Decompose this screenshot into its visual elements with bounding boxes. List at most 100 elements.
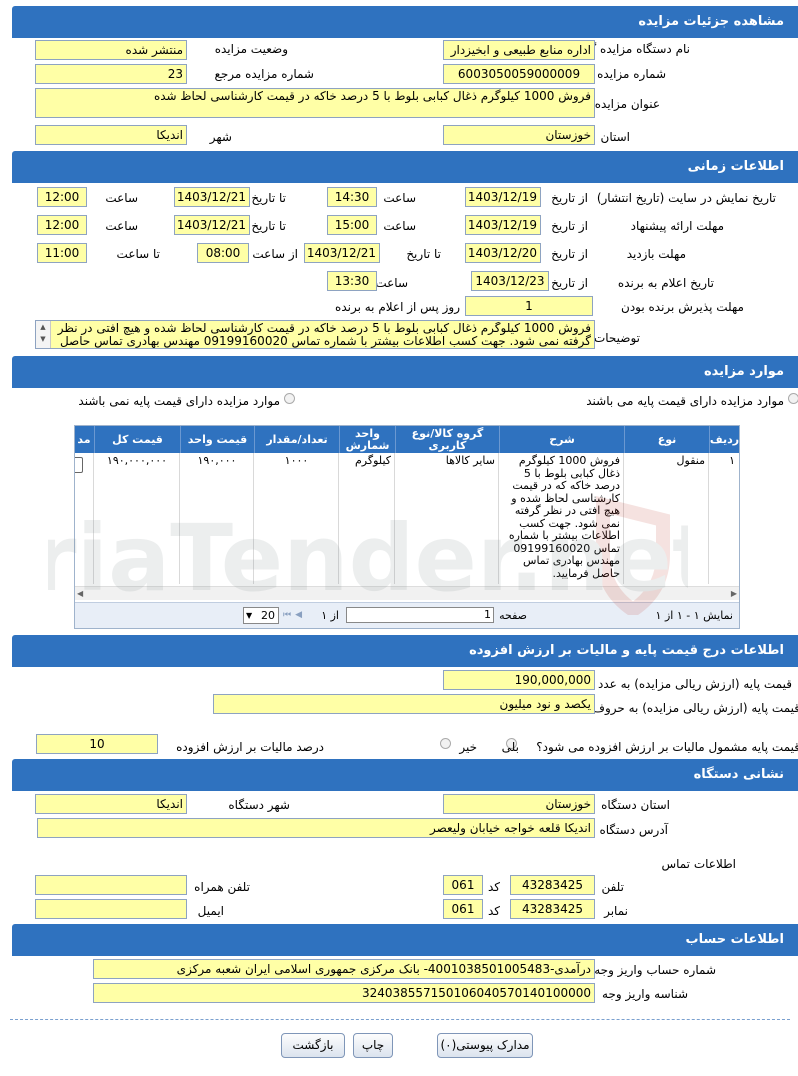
prev-page-icon[interactable]: ◀ (295, 610, 306, 620)
page-size-value: 20 (261, 609, 275, 622)
cell-unit-price: ۱۹۰,۰۰۰ (197, 454, 237, 467)
visit-from-date: 1403/12/20 (465, 243, 541, 263)
base-price-number-label: قیمت پایه (ارزش ریالی مزایده) به عدد (597, 677, 792, 691)
winner-time: 13:30 (327, 271, 377, 291)
display-to-date: 1403/12/21 (174, 187, 250, 207)
ref-number-field: 23 (35, 64, 187, 84)
has-base-price-label: موارد مزایده دارای قیمت پایه می باشند (586, 394, 784, 408)
mobile-field (35, 875, 187, 895)
section-header-account: اطلاعات حساب (12, 924, 798, 956)
base-price-text-label: قیمت پایه (ارزش ریالی مزایده) به حروف (592, 701, 798, 715)
phone-code-field: 061 (443, 875, 483, 895)
section-header-pricing: اطلاعات درج قیمت پایه و مالیات بر ارزش ا… (12, 635, 798, 667)
offer-deadline-label: مهلت ارائه پیشنهاد (630, 219, 724, 233)
winner-date: 1403/12/23 (471, 271, 549, 291)
grid-horizontal-scrollbar[interactable]: ▶ ◀ (75, 586, 739, 600)
fax-code-label: کد (487, 904, 500, 918)
scroll-left-icon[interactable]: ◀ (77, 587, 83, 601)
to-date-label: تا تاریخ (251, 219, 286, 233)
auction-title-field: فروش 1000 کیلوگرم ذغال کبابی بلوط با 5 د… (35, 88, 595, 118)
grid-divider (253, 453, 254, 584)
section-header-address: نشانی دستگاه (12, 759, 798, 791)
cell-description: فروش 1000 کیلوگرم ذغال کبابی بلوط با 5 د… (508, 454, 620, 580)
vat-no-radio[interactable] (440, 738, 451, 749)
city-label: شهر (209, 130, 232, 144)
acceptance-days-field: 1 (465, 296, 593, 316)
grid-divider (708, 453, 709, 584)
display-to-time: 12:00 (37, 187, 87, 207)
from-date-label: از تاریخ (551, 247, 588, 261)
section-title: مشاهده جزئیات مزایده (638, 14, 784, 29)
description-label: توضیحات (593, 331, 640, 345)
print-button[interactable]: چاپ (353, 1033, 393, 1058)
visit-to-date: 1403/12/21 (304, 243, 380, 263)
vat-no-label: خیر (459, 740, 477, 754)
cell-type: منقول (676, 454, 705, 467)
status-label: وضعیت مزایده (214, 42, 288, 56)
display-from-date: 1403/12/19 (465, 187, 541, 207)
from-time-label: از ساعت (252, 247, 298, 261)
col-unit-price: قیمت واحد (180, 426, 254, 453)
fax-label: نمابر (604, 904, 628, 918)
from-date-label: از تاریخ (551, 219, 588, 233)
col-total-price: قیمت کل (94, 426, 180, 453)
org-city-label: شهر دستگاه (228, 798, 290, 812)
offer-from-time: 15:00 (327, 215, 377, 235)
to-time-label: تا ساعت (116, 247, 160, 261)
email-field (35, 899, 187, 919)
acceptance-days-suffix: روز پس از اعلام به برنده (335, 300, 460, 314)
no-base-price-radio[interactable] (284, 393, 295, 404)
page-size-select[interactable]: 20 ▼ (243, 607, 279, 624)
auction-number-label: شماره مزایده (597, 67, 666, 81)
col-unit: واحد شمارش (339, 426, 395, 453)
col-docs: مد (75, 426, 94, 453)
base-price-number-field: 190,000,000 (443, 670, 595, 690)
has-base-price-radio[interactable] (788, 393, 798, 404)
description-scrollbar[interactable]: ▲ ▼ (36, 321, 51, 348)
col-group: گروه کالا/نوع کاربری (395, 426, 499, 453)
scroll-right-icon[interactable]: ▶ (731, 587, 737, 601)
col-row: ردیف (709, 426, 739, 453)
page-label: صفحه (499, 609, 527, 622)
view-docs-icon[interactable] (75, 457, 83, 473)
page-of: از ۱ (321, 609, 339, 622)
scroll-down-icon[interactable]: ▼ (36, 333, 50, 345)
section-header-timing: اطلاعات زمانی (12, 151, 798, 183)
grid-pager: نمایش ۱ - ۱ از ۱ ⏭▶ صفحه 1 از ۱ ◀⏮ 20▼ (75, 602, 739, 628)
vat-percent-label: درصد مالیات بر ارزش افزوده (176, 740, 324, 754)
section-title: نشانی دستگاه (693, 767, 784, 782)
grid-divider (179, 453, 180, 584)
col-type: نوع (624, 426, 709, 453)
section-title: اطلاعات حساب (685, 932, 784, 947)
fax-field: 43283425 (510, 899, 595, 919)
contact-info-label: اطلاعات تماس (661, 857, 736, 871)
description-textarea[interactable]: ▲ ▼ فروش 1000 کیلوگرم ذغال کبابی بلوط با… (35, 320, 595, 349)
offer-from-date: 1403/12/19 (465, 215, 541, 235)
from-date-label: از تاریخ (551, 191, 588, 205)
section-title: اطلاعات زمانی (687, 159, 784, 174)
mobile-label: تلفن همراه (194, 880, 250, 894)
to-date-label: تا تاریخ (406, 247, 441, 261)
visit-deadline-label: مهلت بازدید (626, 247, 686, 261)
status-field: منتشر شده (35, 40, 187, 60)
attachments-button[interactable]: مدارک پیوستی(۰) (437, 1033, 533, 1058)
phone-field: 43283425 (510, 875, 595, 895)
no-base-price-label: موارد مزایده دارای قیمت پایه نمی باشند (78, 394, 280, 408)
payment-id-label: شناسه واریز وجه (602, 987, 688, 1001)
offer-to-date: 1403/12/21 (174, 215, 250, 235)
offer-to-time: 12:00 (37, 215, 87, 235)
time-label: ساعت (105, 219, 138, 233)
scroll-up-icon[interactable]: ▲ (36, 321, 50, 333)
province-field: خوزستان (443, 125, 595, 145)
description-text: فروش 1000 کیلوگرم ذغال کبابی بلوط با 5 د… (57, 322, 591, 348)
base-price-text-field: یکصد و نود میلیون (213, 694, 595, 714)
back-button[interactable]: بازگشت (281, 1033, 345, 1058)
first-page-icon[interactable]: ⏮ (283, 610, 295, 620)
section-title: موارد مزایده (704, 364, 784, 379)
page-input[interactable]: 1 (346, 607, 494, 623)
divider (10, 1019, 790, 1020)
vat-question-label: قیمت پایه مشمول مالیات بر ارزش افزوده می… (536, 740, 798, 754)
chevron-down-icon: ▼ (246, 611, 253, 620)
city-field: اندیکا (35, 125, 187, 145)
grid-header: ردیف نوع شرح گروه کالا/نوع کاربری واحد ش… (75, 426, 739, 453)
